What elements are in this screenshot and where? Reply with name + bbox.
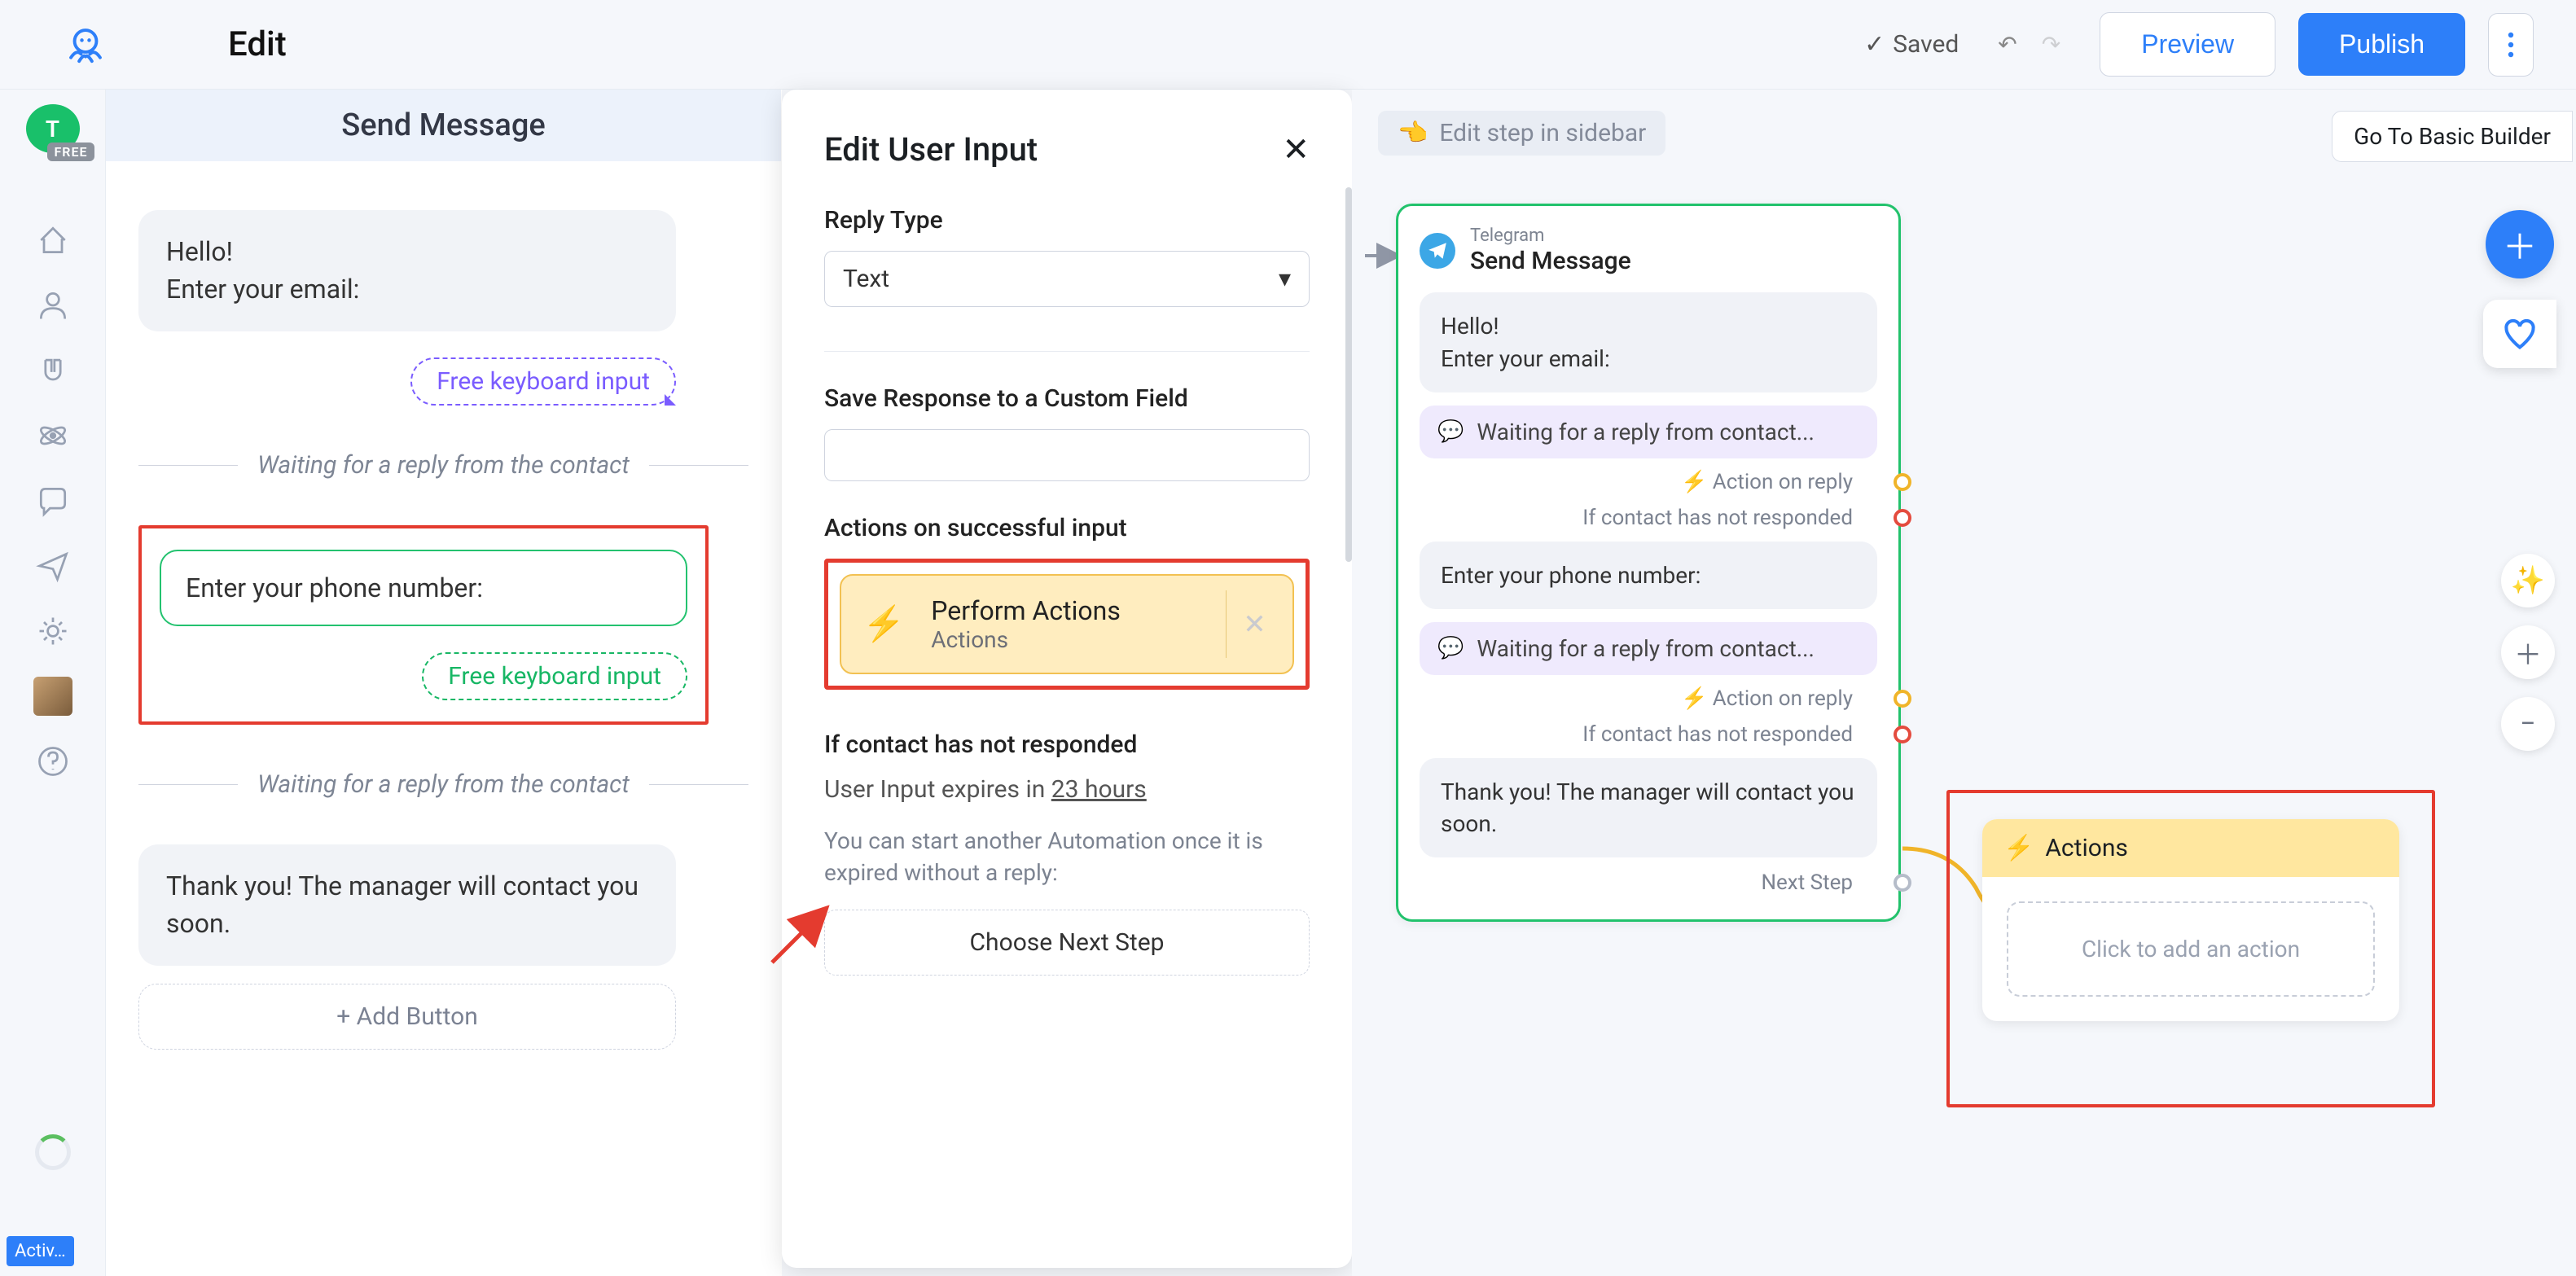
contacts-icon[interactable]	[33, 285, 73, 326]
telegram-icon	[1420, 233, 1455, 269]
thumbnail-icon[interactable]	[33, 676, 73, 717]
actions-card-highlight: ⚡ Actions Click to add an action	[1946, 790, 2435, 1107]
zoom-out-button[interactable]: −	[2501, 697, 2555, 751]
connector-dot-red-2[interactable]	[1894, 726, 1911, 743]
zoom-controls: ✨ ＋ −	[2501, 554, 2555, 751]
chat-icon[interactable]	[33, 480, 73, 521]
save-custom-field-input[interactable]	[824, 429, 1310, 481]
reply-icon: 💬	[1437, 419, 1464, 444]
left-nav-rail: T FREE Activ…	[0, 90, 106, 1276]
perform-actions-highlight: ⚡ Perform Actions Actions ✕	[824, 559, 1310, 690]
redo-icon[interactable]: ↷	[2042, 31, 2060, 58]
help-icon[interactable]	[33, 741, 73, 782]
waiting-divider-1: Waiting for a reply from the contact	[138, 451, 748, 480]
connector-dot-yellow[interactable]	[1894, 473, 1911, 491]
flow-card-send-message[interactable]: Telegram Send Message Hello! Enter your …	[1396, 204, 1901, 922]
flow-card-header: Telegram Send Message	[1420, 226, 1877, 276]
undo-redo-group: ↶ ↷	[1981, 31, 2077, 58]
favorite-fab[interactable]	[2483, 300, 2556, 368]
flow-bubble-phone: Enter your phone number:	[1420, 542, 1877, 609]
flow-not-responded-1[interactable]: If contact has not responded	[1420, 506, 1877, 530]
chevron-down-icon: ▾	[1279, 265, 1291, 293]
reply-type-label: Reply Type	[824, 206, 1310, 235]
message-bubble-thankyou[interactable]: Thank you! The manager will contact you …	[138, 844, 676, 966]
top-right-controls: ✓ Saved ↶ ↷ Preview Publish	[1864, 12, 2543, 77]
panel-title: Edit User Input	[824, 130, 1038, 169]
activation-badge[interactable]: Activ…	[7, 1236, 74, 1266]
flow-not-responded-2[interactable]: If contact has not responded	[1420, 722, 1877, 747]
add-node-fab[interactable]: ＋	[2486, 210, 2554, 278]
point-left-icon: 👈	[1398, 119, 1428, 147]
plan-free-tag: FREE	[47, 143, 94, 161]
choose-next-step-button[interactable]: Choose Next Step	[824, 910, 1310, 976]
editor-column: Send Message Hello! Enter your email: Fr…	[106, 90, 782, 1276]
logo-area	[33, 22, 138, 68]
flow-action-reply-1[interactable]: ⚡Action on reply	[1420, 470, 1877, 494]
actions-success-label: Actions on successful input	[824, 514, 1310, 542]
edit-user-input-panel: Edit User Input ✕ Reply Type Text ▾ Save…	[782, 90, 1352, 1268]
save-custom-label: Save Response to a Custom Field	[824, 384, 1310, 413]
free-keyboard-input-tag-green[interactable]: Free keyboard input	[422, 652, 687, 700]
waiting-divider-2: Waiting for a reply from the contact	[138, 770, 748, 799]
flow-canvas[interactable]: 👈 Edit step in sidebar Go To Basic Build…	[1352, 90, 2576, 1276]
flow-waiting-1: 💬 Waiting for a reply from contact...	[1420, 406, 1877, 458]
account-avatar[interactable]: T FREE	[26, 104, 80, 153]
send-icon[interactable]	[33, 546, 73, 586]
phone-prompt-highlight: Enter your phone number: Free keyboard i…	[138, 525, 709, 725]
flow-waiting-2: 💬 Waiting for a reply from contact...	[1420, 622, 1877, 675]
actions-card-header: ⚡ Actions	[1982, 819, 2399, 877]
bolt-icon: ⚡	[862, 604, 905, 644]
check-icon: ✓	[1864, 30, 1885, 59]
saved-label: Saved	[1893, 30, 1959, 59]
editor-column-header: Send Message	[106, 90, 781, 161]
flow-bubble-1: Hello! Enter your email:	[1420, 292, 1877, 392]
highlight-arrow-icon	[764, 897, 837, 971]
topbar: Edit ✓ Saved ↶ ↷ Preview Publish	[0, 0, 2576, 90]
free-keyboard-input-tag-purple[interactable]: Free keyboard input	[410, 357, 676, 406]
gear-icon[interactable]	[33, 611, 73, 651]
magnet-icon[interactable]	[33, 350, 73, 391]
loading-spinner-icon	[35, 1134, 71, 1170]
zoom-in-button[interactable]: ＋	[2501, 625, 2555, 679]
more-menu-button[interactable]	[2488, 13, 2534, 77]
connector-dot-yellow-2[interactable]	[1894, 690, 1911, 708]
phone-prompt-bubble[interactable]: Enter your phone number:	[160, 550, 687, 626]
fab-column: ＋	[2483, 210, 2556, 368]
click-to-add-action[interactable]: Click to add an action	[2007, 901, 2375, 997]
saved-indicator: ✓ Saved	[1864, 30, 1959, 59]
bolt-icon: ⚡	[1681, 686, 1707, 711]
bolt-icon: ⚡	[1681, 470, 1707, 494]
atom-icon[interactable]	[33, 415, 73, 456]
perform-actions-card[interactable]: ⚡ Perform Actions Actions ✕	[840, 574, 1294, 674]
expire-help-text: You can start another Automation once it…	[824, 825, 1310, 888]
connector-dot-red[interactable]	[1894, 509, 1911, 527]
expire-row: User Input expires in 23 hours	[824, 775, 1310, 804]
page-title: Edit	[228, 24, 287, 64]
add-button-row[interactable]: + Add Button	[138, 984, 676, 1050]
actions-flow-card[interactable]: ⚡ Actions Click to add an action	[1982, 819, 2399, 1021]
publish-button[interactable]: Publish	[2298, 13, 2465, 76]
remove-action-icon[interactable]: ✕	[1226, 590, 1283, 658]
preview-button[interactable]: Preview	[2100, 12, 2275, 77]
message-bubble-1[interactable]: Hello! Enter your email:	[138, 210, 676, 331]
editor-column-body: Hello! Enter your email: Free keyboard i…	[106, 161, 781, 1082]
reply-icon: 💬	[1437, 636, 1464, 660]
close-icon[interactable]: ✕	[1282, 130, 1310, 169]
home-icon[interactable]	[33, 220, 73, 261]
bolt-icon: ⚡	[2003, 834, 2034, 862]
flow-bubble-thankyou: Thank you! The manager will contact you …	[1420, 758, 1877, 857]
expire-value-link[interactable]: 23 hours	[1051, 775, 1147, 804]
octopus-logo-icon	[63, 22, 108, 68]
panel-scrollbar[interactable]	[1345, 187, 1352, 562]
go-to-basic-builder-button[interactable]: Go To Basic Builder	[2332, 111, 2573, 162]
undo-icon[interactable]: ↶	[1998, 31, 2016, 58]
reply-type-select[interactable]: Text ▾	[824, 251, 1310, 307]
not-responded-label: If contact has not responded	[824, 730, 1310, 759]
edit-step-in-sidebar-button[interactable]: 👈 Edit step in sidebar	[1378, 111, 1665, 156]
flow-action-reply-2[interactable]: ⚡Action on reply	[1420, 686, 1877, 711]
account-initial: T	[46, 116, 59, 143]
flow-next-step[interactable]: Next Step	[1420, 870, 1877, 895]
magic-wand-icon[interactable]: ✨	[2501, 554, 2555, 607]
